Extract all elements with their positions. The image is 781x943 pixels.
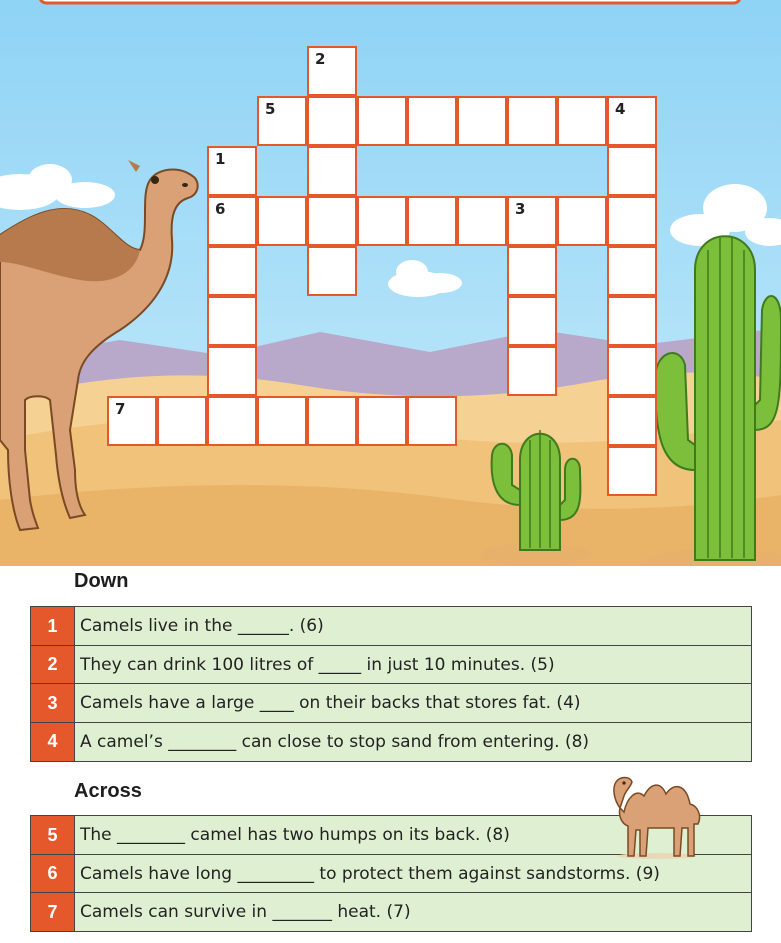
down-clues: 1 Camels live in the ______. (6) 2 They … xyxy=(30,606,752,762)
crossword-cell[interactable] xyxy=(607,146,657,196)
clue-number-label: 3 xyxy=(515,200,526,218)
crossword-cell[interactable] xyxy=(607,446,657,496)
crossword-cell[interactable] xyxy=(307,196,357,246)
clue-row: 1 Camels live in the ______. (6) xyxy=(30,606,752,646)
crossword-cell[interactable] xyxy=(457,196,507,246)
clue-number: 6 xyxy=(31,854,75,893)
crossword-cell[interactable] xyxy=(257,396,307,446)
clue-number-label: 5 xyxy=(265,100,276,118)
crossword-cell[interactable] xyxy=(457,96,507,146)
crossword-cell[interactable] xyxy=(607,396,657,446)
crossword-cell[interactable] xyxy=(407,96,457,146)
clue-number-label: 1 xyxy=(215,150,226,168)
crossword-cell[interactable] xyxy=(357,96,407,146)
crossword-cell[interactable] xyxy=(507,296,557,346)
clue-number: 1 xyxy=(31,607,75,645)
clue-number-label: 2 xyxy=(315,50,326,68)
clue-row: 7 Camels can survive in _______ heat. (7… xyxy=(30,892,752,932)
clue-row: 3 Camels have a large ____ on their back… xyxy=(30,683,752,723)
crossword-cell[interactable] xyxy=(207,396,257,446)
crossword-cell[interactable] xyxy=(407,396,457,446)
clue-text: They can drink 100 litres of _____ in ju… xyxy=(80,654,555,675)
clue-number: 5 xyxy=(31,816,75,854)
crossword-cell[interactable] xyxy=(357,196,407,246)
crossword-cell[interactable] xyxy=(607,196,657,246)
crossword-cell[interactable] xyxy=(507,246,557,296)
crossword-cell[interactable] xyxy=(257,196,307,246)
crossword-scene: 2 5 4 1 6 3 7 xyxy=(0,0,781,566)
crossword-cell[interactable] xyxy=(307,96,357,146)
crossword-cell[interactable] xyxy=(607,296,657,346)
clue-row: 2 They can drink 100 litres of _____ in … xyxy=(30,644,752,685)
crossword-cell[interactable] xyxy=(207,246,257,296)
clue-number: 2 xyxy=(31,645,75,684)
across-heading: Across xyxy=(74,780,142,802)
crossword-cell[interactable]: 3 xyxy=(507,196,557,246)
clue-number-label: 6 xyxy=(215,200,226,218)
crossword-cell[interactable] xyxy=(157,396,207,446)
clue-row: 4 A camel’s ________ can close to stop s… xyxy=(30,721,752,762)
crossword-cell[interactable] xyxy=(207,296,257,346)
crossword-cell[interactable] xyxy=(507,96,557,146)
clue-number: 4 xyxy=(31,722,75,761)
clue-number: 3 xyxy=(31,684,75,722)
crossword-cell[interactable]: 5 xyxy=(257,96,307,146)
crossword-cell[interactable] xyxy=(407,196,457,246)
crossword-cell[interactable]: 2 xyxy=(307,46,357,96)
crossword-cell[interactable] xyxy=(607,246,657,296)
crossword-cell[interactable] xyxy=(357,396,407,446)
clue-text: Camels have a large ____ on their backs … xyxy=(80,693,581,713)
crossword-cell[interactable]: 7 xyxy=(107,396,157,446)
crossword-cell[interactable]: 1 xyxy=(207,146,257,196)
clue-number: 7 xyxy=(31,893,75,931)
clue-text: Camels have long _________ to protect th… xyxy=(80,863,660,884)
clue-text: Camels live in the ______. (6) xyxy=(80,616,324,636)
crossword-cell[interactable]: 4 xyxy=(607,96,657,146)
crossword-cell[interactable] xyxy=(557,96,607,146)
top-banner-edge xyxy=(39,0,741,5)
clue-number-label: 4 xyxy=(615,100,626,118)
crossword-cell[interactable]: 6 xyxy=(207,196,257,246)
crossword-cell[interactable] xyxy=(607,346,657,396)
desert-background xyxy=(0,0,781,566)
bactrian-camel-illustration xyxy=(613,776,701,859)
crossword-cell[interactable] xyxy=(307,396,357,446)
crossword-cell[interactable] xyxy=(557,196,607,246)
down-heading: Down xyxy=(74,570,129,592)
crossword-cell[interactable] xyxy=(307,146,357,196)
clue-number-label: 7 xyxy=(115,400,126,418)
crossword-cell[interactable] xyxy=(207,346,257,396)
clue-text: Camels can survive in _______ heat. (7) xyxy=(80,902,411,922)
crossword-cell[interactable] xyxy=(307,246,357,296)
clue-text: A camel’s ________ can close to stop san… xyxy=(80,731,590,752)
crossword-cell[interactable] xyxy=(507,346,557,396)
